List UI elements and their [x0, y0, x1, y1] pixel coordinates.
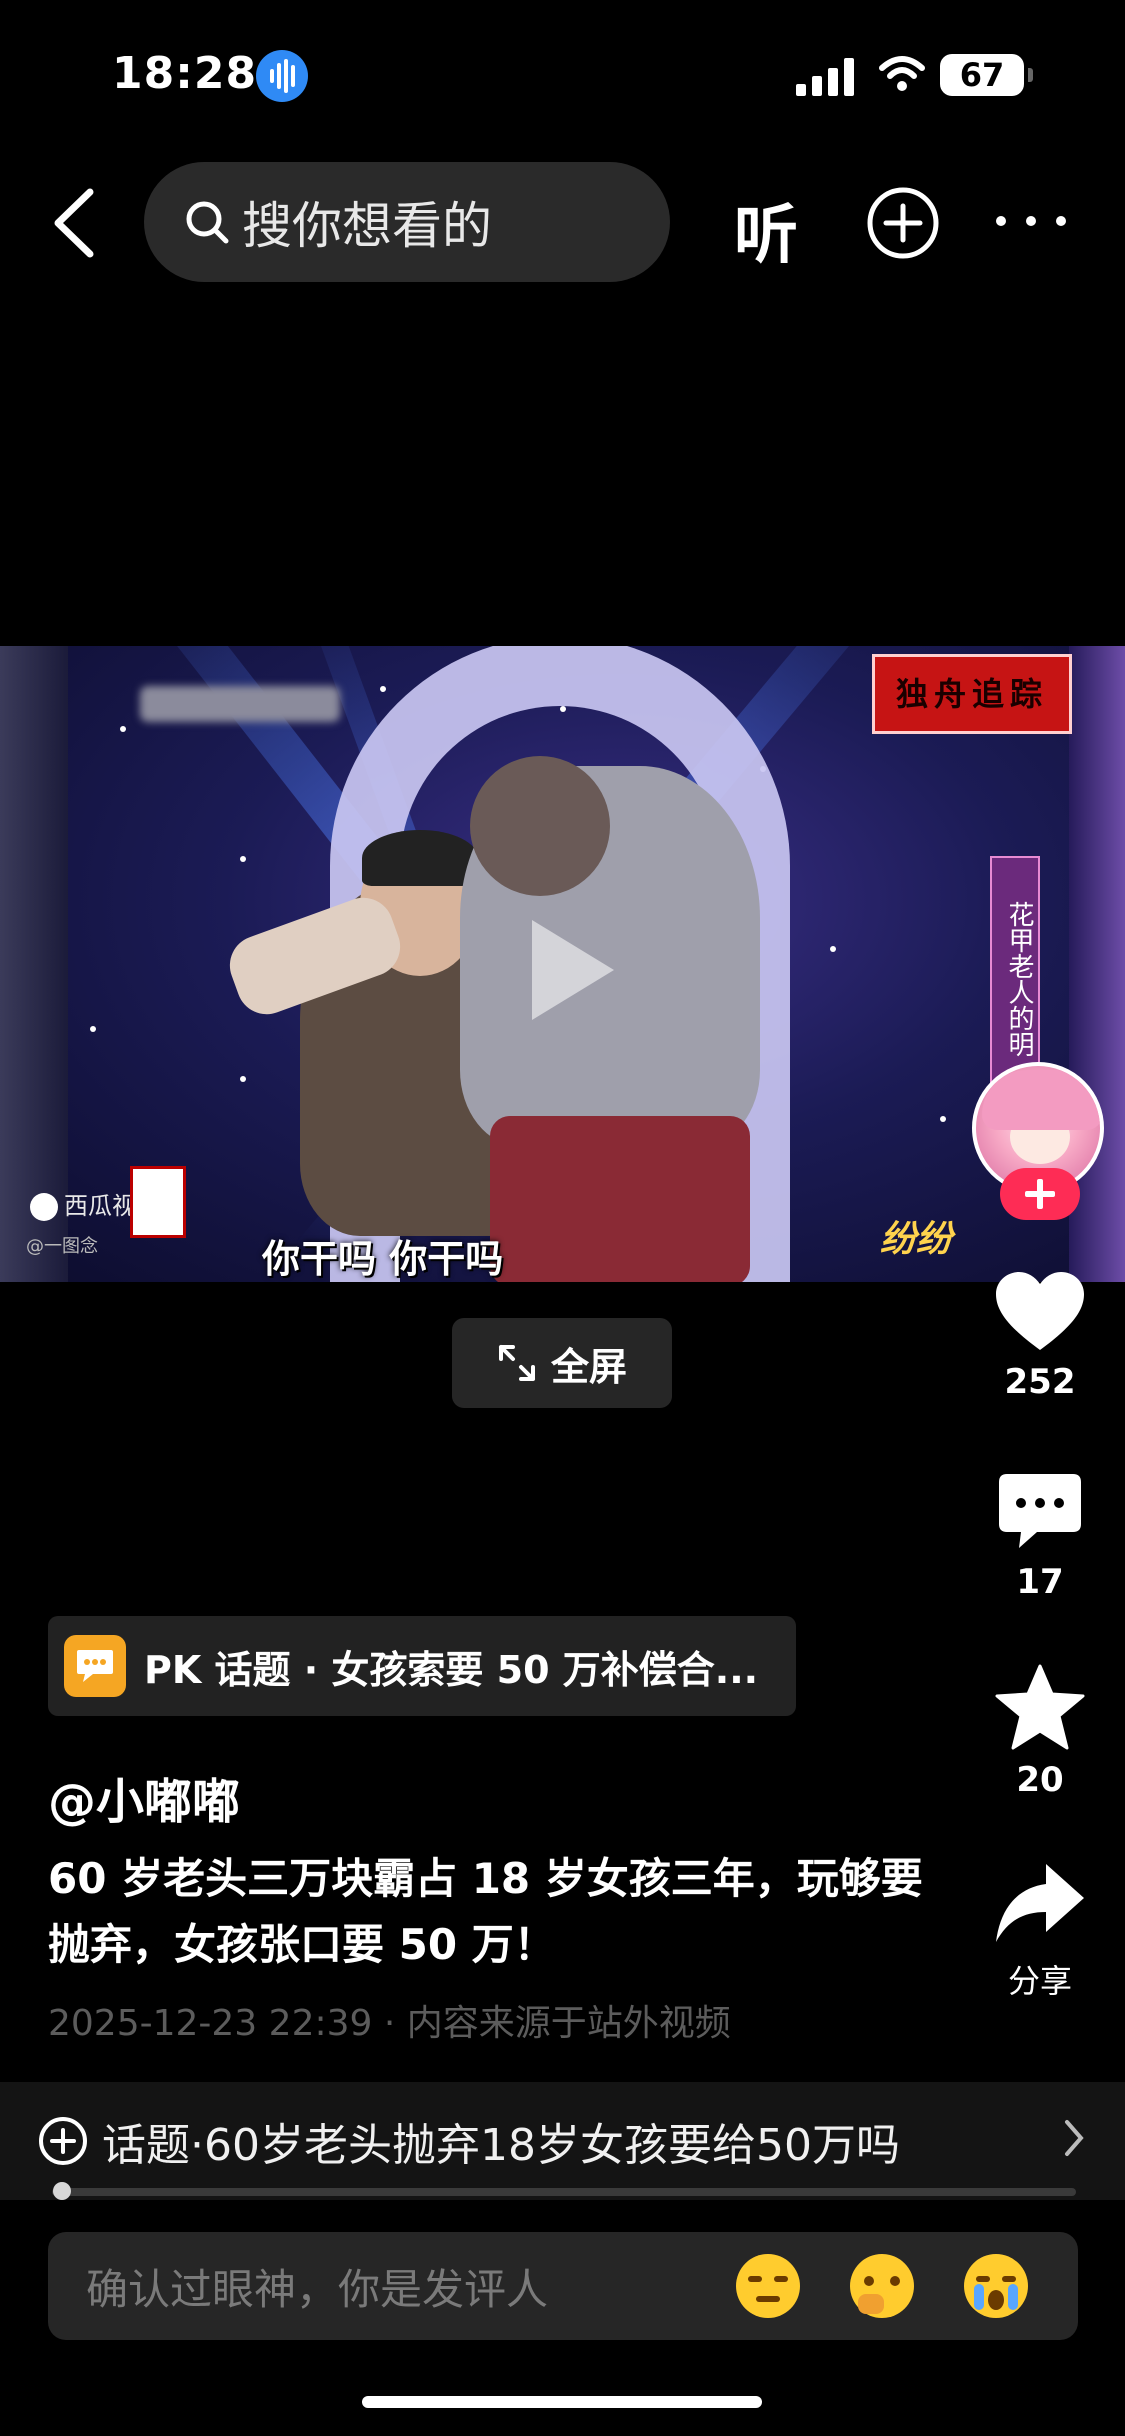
topic-text: 话题·60岁老头抛弃18岁女孩要给50万吗	[102, 2120, 900, 2171]
author-name[interactable]: @小嘟嘟	[48, 1762, 240, 1832]
video-player[interactable]: 独舟追踪 花甲老人的明 西瓜视频 @一图念 纷纷 你干吗 你干吗	[0, 646, 1125, 1282]
pk-topic-card[interactable]: PK 话题 · 女孩索要 50 万补偿合...	[48, 1616, 796, 1716]
video-caption: 60 岁老头三万块霸占 18 岁女孩三年，玩够要抛弃，女孩张口要 50 万！	[48, 1854, 923, 1969]
favorite-button[interactable]: 20	[960, 1664, 1120, 1800]
comment-input[interactable]: 确认过眼神，你是发评人	[48, 2232, 1078, 2340]
chat-bubble-icon	[64, 1635, 126, 1697]
more-options-icon[interactable]	[996, 204, 1070, 240]
home-indicator	[362, 2396, 762, 2408]
add-icon[interactable]	[866, 186, 940, 260]
woman-pants	[490, 1116, 750, 1282]
pk-topic-text: PK 话题 · 女孩索要 50 万补偿合...	[144, 1647, 759, 1692]
fullscreen-button[interactable]: 全屏	[452, 1318, 672, 1408]
heart-icon	[996, 1272, 1084, 1350]
share-icon	[996, 1864, 1084, 1942]
video-subtitle: 你干吗 你干吗	[262, 1237, 504, 1281]
expand-icon	[498, 1345, 535, 1381]
star-icon	[995, 1664, 1085, 1750]
show-watermark: 纷纷	[880, 1219, 953, 1260]
share-button[interactable]: 分享	[960, 1862, 1120, 2002]
back-icon[interactable]	[48, 186, 100, 260]
woman-head	[470, 756, 610, 896]
comment-icon	[999, 1474, 1081, 1548]
battery-indicator: 67	[940, 54, 1033, 96]
status-time: 18:28	[112, 48, 258, 99]
search-bar[interactable]: 搜你想看的	[144, 162, 670, 282]
post-meta: 2025-12-23 22:39 · 内容来源于站外视频	[48, 2003, 731, 2044]
thinking-emoji-icon[interactable]	[850, 2254, 914, 2318]
comment-placeholder: 确认过眼神，你是发评人	[86, 2264, 549, 2314]
blurred-logo	[140, 686, 340, 722]
listen-button[interactable]: 听	[734, 184, 798, 276]
audio-recording-icon	[256, 50, 308, 102]
vertical-banner: 花甲老人的明	[990, 856, 1040, 1096]
like-button[interactable]: 252	[960, 1270, 1120, 1402]
search-placeholder: 搜你想看的	[242, 197, 492, 255]
watermark-sub: @一图念	[26, 1236, 98, 1257]
add-topic-icon	[39, 2117, 87, 2165]
like-count: 252	[1004, 1362, 1076, 1402]
chevron-right-icon	[1065, 2120, 1084, 2156]
topic-bar[interactable]: 话题·60岁老头抛弃18岁女孩要给50万吗	[0, 2082, 1125, 2200]
wifi-icon	[879, 56, 925, 91]
fullscreen-label: 全屏	[550, 1344, 627, 1389]
smirk-emoji-icon[interactable]	[736, 2254, 800, 2318]
share-label: 分享	[1007, 1962, 1072, 2000]
crying-emoji-icon[interactable]	[964, 2254, 1028, 2318]
follow-button[interactable]	[1000, 1168, 1080, 1220]
tv-station-logo	[130, 1166, 186, 1238]
channel-logo: 独舟追踪	[872, 654, 1072, 734]
comment-button[interactable]: 17	[960, 1472, 1120, 1602]
comment-count: 17	[1016, 1562, 1064, 1602]
video-progress-bar[interactable]	[52, 2188, 1076, 2196]
man-hair	[362, 830, 478, 886]
cellular-signal-icon	[796, 58, 858, 96]
play-icon[interactable]	[522, 912, 622, 1028]
search-icon	[186, 201, 229, 244]
favorite-count: 20	[1016, 1760, 1064, 1800]
